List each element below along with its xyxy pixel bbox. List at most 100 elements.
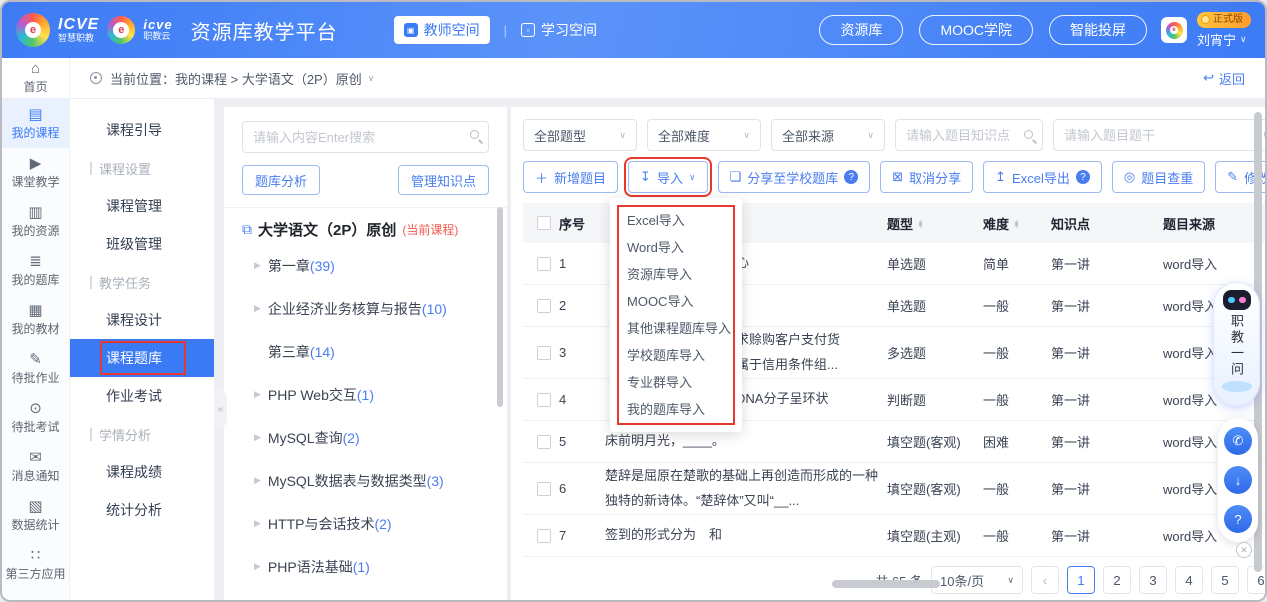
sidebar-collapse-handle[interactable]: « [214,390,227,428]
import-menu-item[interactable]: 学校题库导入 [610,342,742,369]
tree-search-input[interactable] [242,121,489,153]
rail-item[interactable]: ▶ 课堂教学 [2,148,69,197]
sidebar-item[interactable]: 作业考试 [70,377,214,415]
select-all-checkbox[interactable] [537,216,551,230]
sort-icon[interactable]: ▲▼ [1013,221,1020,229]
toolbar-button[interactable]: ↥ Excel导出 ? [983,161,1102,193]
rail-item[interactable]: ∷ 第三方应用 [2,540,69,589]
row-checkbox[interactable] [537,435,551,449]
rail-item[interactable]: ⌂ 首页 [2,58,69,99]
table-row[interactable]: 6 楚辞是屈原在楚歌的基础上再创造而形成的一种独特的新诗体。“楚辞体”又叫“__… [523,463,1265,515]
expand-arrow-icon[interactable]: ▶ [254,432,261,443]
tree-node[interactable]: ▶ PHP Web交互 (1) [242,373,489,416]
row-difficulty: 一般 [983,479,1051,498]
sidebar-item[interactable]: 课程题库 [70,339,214,377]
row-checkbox[interactable] [537,299,551,313]
ai-assistant-widget[interactable]: 职教一问 [1213,282,1260,406]
help-icon[interactable]: ? [844,170,858,184]
back-button[interactable]: ↩ 返回 [1203,69,1245,88]
rail-item[interactable]: ⊙ 待批考试 [2,393,69,442]
rail-item[interactable]: ▦ 我的教材 [2,295,69,344]
sidebar-item[interactable]: 课程设计 [70,301,214,339]
download-icon[interactable]: ↓ [1224,466,1252,494]
mini-app-icon[interactable]: e [1161,17,1187,43]
filter-select[interactable]: 全部来源 ∨ [771,119,885,151]
header-nav-pill[interactable]: MOOC学院 [919,15,1033,45]
import-menu-item[interactable]: 专业群导入 [610,369,742,396]
page-button[interactable]: 4 [1175,566,1203,594]
row-checkbox[interactable] [537,257,551,271]
sidebar-item[interactable]: 课程引导 [70,111,214,149]
tree-node[interactable]: ▶ 第三章 (14) [242,330,489,373]
page-button[interactable]: 1 [1067,566,1095,594]
toolbar-button[interactable]: ＋ 新增题目 [523,161,618,193]
rail-item[interactable]: ▧ 数据统计 [2,491,69,540]
table-row[interactable]: 7 签到的形式分为 和 填空题(主观) 一般 第一讲 word导入 [523,515,1265,557]
tree-node-label: PHP Web交互 [268,385,357,405]
toolbar-button[interactable]: ◎ 题目查重 [1112,161,1205,193]
breadcrumb-chevron-icon[interactable]: ∨ [368,73,375,84]
sidebar-item[interactable]: 课程设置 [70,149,214,187]
row-checkbox[interactable] [537,393,551,407]
prev-page-button[interactable]: ‹ [1031,566,1059,594]
rail-item[interactable]: ▤ 我的课程 [2,99,69,148]
filter-select[interactable]: 全部难度 ∨ [647,119,761,151]
tree-root-node[interactable]: ⧉ 大学语文（2P）原创 (当前课程) [242,219,489,240]
tree-scrollbar[interactable] [497,207,503,407]
sidebar-item[interactable]: 统计分析 [70,491,214,529]
header-nav-pill[interactable]: 资源库 [819,15,903,45]
manage-knowledge-button[interactable]: 管理知识点 [398,165,489,195]
sidebar-item[interactable]: 班级管理 [70,225,214,263]
bank-analysis-button[interactable]: 题库分析 [242,165,320,195]
page-button[interactable]: 2 [1103,566,1131,594]
user-menu[interactable]: 正式版 刘宵宁 ∨ [1197,12,1251,49]
tree-node[interactable]: ▶ HTTP与会话技术 (2) [242,502,489,545]
sidebar-item[interactable]: 课程管理 [70,187,214,225]
tree-node[interactable]: ▶ 企业经济业务核算与报告 (10) [242,287,489,330]
expand-arrow-icon[interactable]: ▶ [254,561,261,572]
sidebar-item[interactable]: 学情分析 [70,415,214,453]
tree-node[interactable]: ▶ 第一章 (39) [242,244,489,287]
header-nav-pill[interactable]: 智能投屏 [1049,15,1147,45]
row-checkbox[interactable] [537,346,551,360]
filter-select[interactable]: 全部题型 ∨ [523,119,637,151]
horizontal-scrollbar[interactable] [832,580,940,588]
customer-service-icon[interactable]: ✆ [1224,427,1252,455]
tree-node[interactable]: ▶ MySQL查询 (2) [242,416,489,459]
toolbar-button[interactable]: ❏ 分享至学校题库 ? [718,161,871,193]
import-menu-item[interactable]: 资源库导入 [610,261,742,288]
toolbar-button[interactable]: ↧ 导入 ∨ [628,161,708,193]
sidebar-item[interactable]: 教学任务 [70,263,214,301]
import-menu-item[interactable]: Word导入 [610,234,742,261]
row-checkbox[interactable] [537,482,551,496]
import-menu-item[interactable]: 其他课程题库导入 [610,315,742,342]
toolbar-button[interactable]: ⊠ 取消分享 [880,161,973,193]
rail-item[interactable]: ≣ 我的题库 [2,246,69,295]
page-button[interactable]: 5 [1211,566,1239,594]
tree-node[interactable]: ▶ MySQL数据表与数据类型 (3) [242,459,489,502]
expand-arrow-icon[interactable]: ▶ [254,475,261,486]
rail-item[interactable]: ✉ 消息通知 [2,442,69,491]
page-button[interactable]: 3 [1139,566,1167,594]
teacher-space-button[interactable]: ▣ 教师空间 [394,16,490,44]
row-checkbox[interactable] [537,529,551,543]
rail-item[interactable]: ▥ 我的资源 [2,197,69,246]
expand-arrow-icon[interactable]: ▶ [254,389,261,400]
expand-arrow-icon[interactable]: ▶ [254,260,261,271]
close-icon[interactable]: ✕ [1236,542,1252,558]
help-icon[interactable]: ? [1076,170,1090,184]
rail-item[interactable]: ✎ 待批作业 [2,344,69,393]
help-icon[interactable]: ? [1224,505,1252,533]
student-space-button[interactable]: ▫ 学习空间 [521,20,597,40]
knowledge-search-input[interactable] [895,119,1043,151]
expand-arrow-icon[interactable]: ▶ [254,303,261,314]
page-size-select[interactable]: 10条/页 ∨ [931,566,1023,594]
import-menu-item[interactable]: MOOC导入 [610,288,742,315]
stem-search-input[interactable] [1053,119,1265,151]
import-menu-item[interactable]: Excel导入 [610,207,742,234]
expand-arrow-icon[interactable]: ▶ [254,518,261,529]
import-menu-item[interactable]: 我的题库导入 [610,396,742,423]
sort-icon[interactable]: ▲▼ [917,221,924,229]
sidebar-item[interactable]: 课程成绩 [70,453,214,491]
tree-node[interactable]: ▶ PHP语法基础 (1) [242,545,489,588]
